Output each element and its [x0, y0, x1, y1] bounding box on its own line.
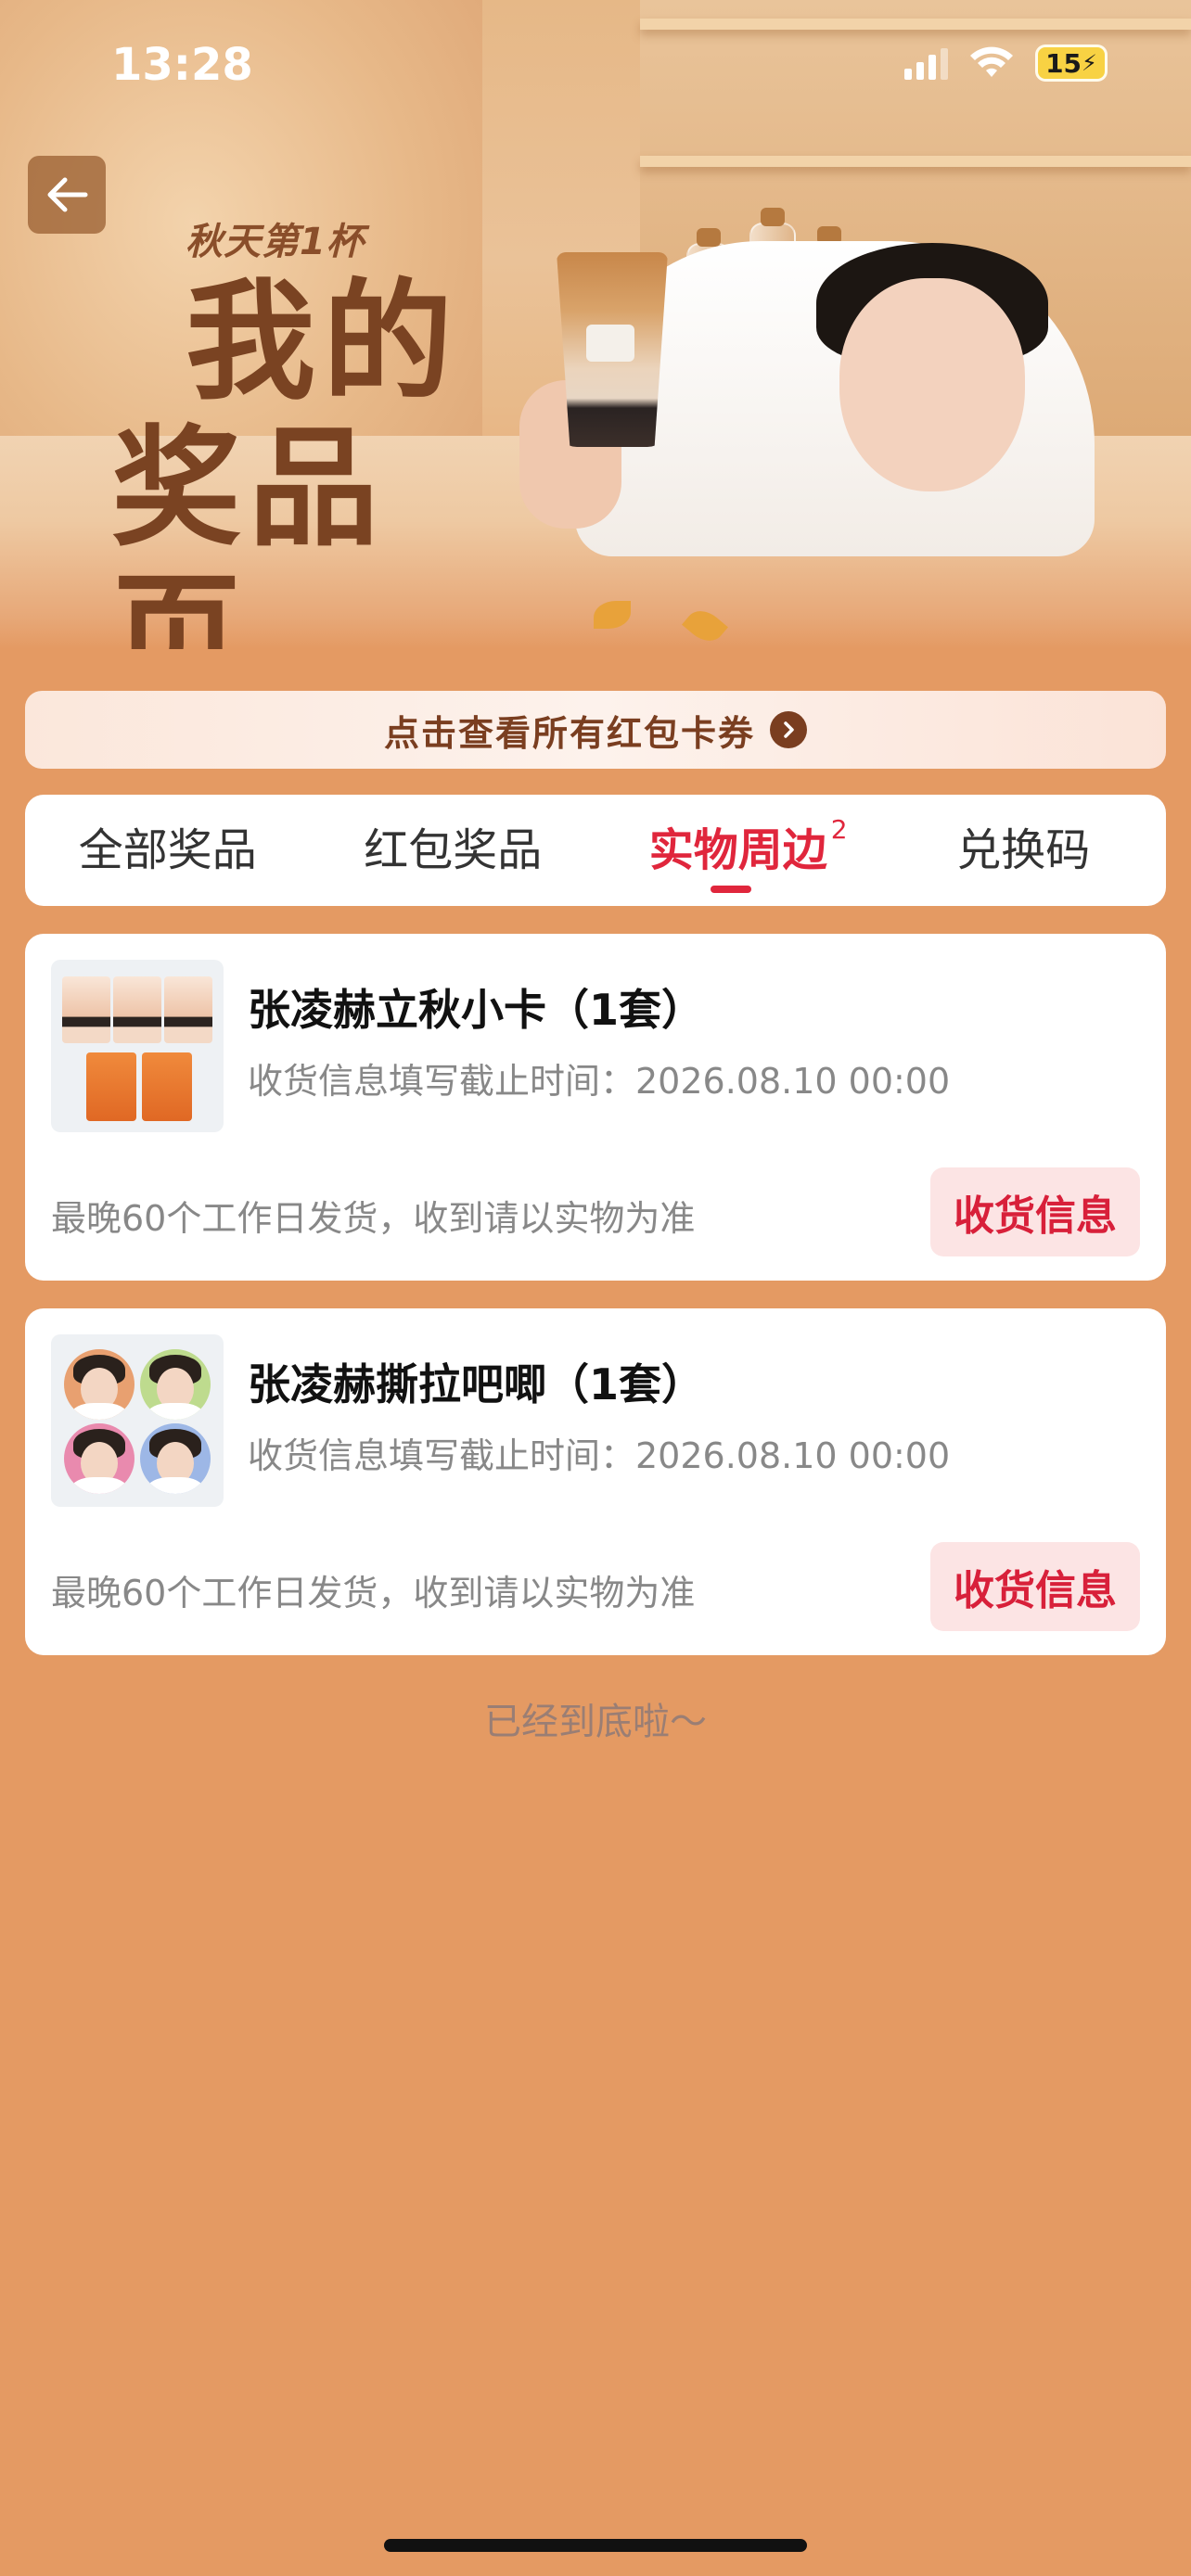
tab-count-badge: 2: [830, 814, 848, 845]
prize-tabs: 全部奖品 红包奖品 实物周边 2 兑换码: [25, 795, 1166, 906]
tab-label: 红包奖品: [364, 824, 543, 876]
view-all-coupons-link[interactable]: 点击查看所有红包卡券: [25, 691, 1166, 769]
hero-tag: 秋天第1杯: [186, 221, 365, 263]
page-title-line2: 奖品页: [111, 413, 387, 649]
tab-redeem-codes[interactable]: 兑换码: [881, 795, 1167, 906]
tab-label: 实物周边: [648, 824, 827, 876]
prize-card: 张凌赫撕拉吧唧（1套） 收货信息填写截止时间：2026.08.10 00:00 …: [25, 1308, 1166, 1655]
battery-level: 15: [1045, 47, 1082, 79]
tab-label: 全部奖品: [78, 824, 257, 876]
hero-person-face: [839, 278, 1025, 491]
prize-shipping-note: 最晚60个工作日发货，收到请以实物为准: [51, 1573, 696, 1613]
tab-active-indicator: [710, 886, 751, 893]
hero-shelf-board: [640, 156, 1191, 167]
prize-name: 张凌赫撕拉吧唧（1套）: [248, 1359, 705, 1409]
prize-name: 张凌赫立秋小卡（1套）: [248, 985, 705, 1035]
shipping-info-button[interactable]: 收货信息: [930, 1167, 1140, 1256]
cellular-signal-icon: [904, 46, 948, 80]
prize-thumbnail-badges: [51, 1334, 224, 1507]
prize-deadline: 收货信息填写截止时间：2026.08.10 00:00: [248, 1435, 951, 1476]
hero-shelf-board: [640, 19, 1191, 30]
hero-cup-logo: [586, 325, 634, 362]
home-indicator[interactable]: [384, 2539, 807, 2552]
status-icons: 15 ⚡: [904, 45, 1108, 82]
tab-red-packet-prizes[interactable]: 红包奖品: [311, 795, 596, 906]
coupon-link-label: 点击查看所有红包卡券: [383, 712, 755, 754]
arrow-left-icon: [47, 177, 88, 212]
page-title-line1: 我的: [186, 266, 461, 418]
tab-label: 兑换码: [956, 824, 1091, 876]
chevron-right-icon: [770, 711, 807, 748]
hero-banner: 秋天第1杯 我的 奖品页 13:28 15 ⚡: [0, 0, 1191, 649]
tab-all-prizes[interactable]: 全部奖品: [25, 795, 311, 906]
prize-thumbnail-photo-cards: [51, 960, 224, 1132]
wifi-icon: [970, 46, 1013, 77]
tab-physical-merch[interactable]: 实物周边 2: [596, 795, 881, 906]
prize-card: 张凌赫立秋小卡（1套） 收货信息填写截止时间：2026.08.10 00:00 …: [25, 934, 1166, 1281]
back-button[interactable]: [28, 156, 106, 234]
battery-icon: 15 ⚡: [1035, 45, 1108, 82]
prize-shipping-note: 最晚60个工作日发货，收到请以实物为准: [51, 1198, 696, 1239]
shipping-info-button[interactable]: 收货信息: [930, 1542, 1140, 1631]
prize-deadline: 收货信息填写截止时间：2026.08.10 00:00: [248, 1061, 951, 1102]
page-title: 我的 奖品页: [111, 269, 501, 649]
end-of-list-text: 已经到底啦～: [484, 1701, 707, 1743]
status-time: 13:28: [111, 39, 253, 91]
